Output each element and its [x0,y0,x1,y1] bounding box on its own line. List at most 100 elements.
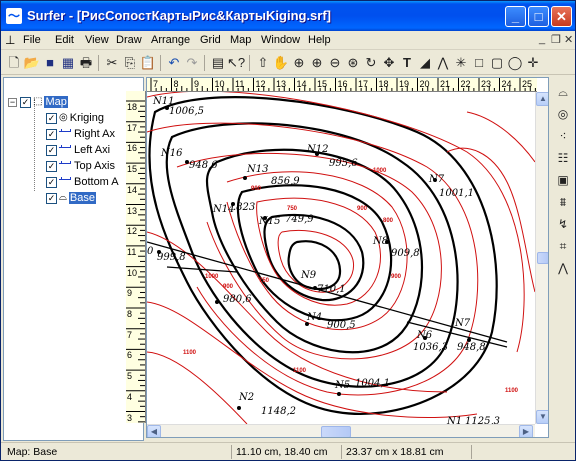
select-arrow-icon[interactable]: ⇧ [254,54,272,72]
ruler-tick-label: 14 [127,184,138,195]
scroll-left-button[interactable]: ◀ [147,425,161,437]
mdi-close-icon[interactable]: ✕ [564,33,573,46]
menu-edit[interactable]: Edit [55,34,74,46]
minimize-button[interactable]: _ [505,6,526,27]
save-icon[interactable]: ■ [41,54,59,72]
ruler-tick-label: 17 [358,79,369,89]
menu-file[interactable]: File [23,34,41,46]
contour-value-label: 1000 [205,274,219,280]
undo-icon[interactable]: ↶ [165,54,183,72]
rounded-rect-icon[interactable]: ▢ [488,54,506,72]
help-pointer-icon[interactable]: ↖? [227,54,245,72]
menu-arrange[interactable]: Arrange [151,34,190,46]
redo-icon[interactable]: ↷ [183,54,201,72]
menu-grid[interactable]: Grid [200,34,221,46]
tree-node-right-axis[interactable]: ✓ Right Ax [46,127,115,141]
classed-post-tool-icon[interactable]: ☷ [554,149,572,167]
polygon-icon[interactable]: ◢ [416,54,434,72]
menu-bar: ⊥ File Edit View Draw Arrange Grid Map W… [1,31,575,50]
surface-tool-icon[interactable]: ⋀ [554,259,572,277]
tree-node-left-axis[interactable]: ✓ Left Axi [46,143,110,157]
copy-icon[interactable]: ⎘ [121,54,139,72]
text-tool-icon[interactable]: T [398,54,416,72]
shaded-relief-tool-icon[interactable]: ⩩ [554,193,572,211]
checkbox-checked-icon[interactable]: ✓ [46,128,57,140]
post-map-tool-icon[interactable]: ⁖ [554,127,572,145]
well-label: N7 [454,318,471,329]
zoom-out-icon[interactable]: ⊖ [326,54,344,72]
zoom-in-icon[interactable]: ⊕ [308,54,326,72]
scroll-right-button[interactable]: ▶ [519,425,533,437]
ellipse-icon[interactable]: ◯ [506,54,524,72]
paste-icon[interactable]: 📋 [139,54,157,72]
scroll-up-button[interactable]: ▲ [536,92,548,106]
rotate-icon[interactable]: ↻ [362,54,380,72]
title-bar[interactable]: 〜 Surfer - [РисСопостКартыРис&КартыKigin… [1,1,575,31]
menu-view[interactable]: View [85,34,109,46]
zoom-icon[interactable]: ⊕ [290,54,308,72]
status-bar: Map: Base 11.10 cm, 18.40 cm 23.37 cm x … [1,442,575,460]
checkbox-checked-icon[interactable]: ✓ [46,192,57,204]
rectangle-icon[interactable]: □ [470,54,488,72]
checkbox-checked-icon[interactable]: ✓ [46,176,57,188]
polyline-icon[interactable]: ⋀ [434,54,452,72]
status-selection: Map: Base [7,446,58,458]
maximize-button[interactable]: □ [528,6,549,27]
surfer-app-icon[interactable]: 〜 [6,8,22,24]
scroll-down-button[interactable]: ▼ [536,410,548,424]
vertical-scroll-thumb[interactable] [537,252,548,264]
worksheet-icon[interactable]: ▦ [59,54,77,72]
digitize-icon[interactable]: ✛ [524,54,542,72]
toolbar-separator [249,55,250,71]
horizontal-ruler: 789101112131415161718192021222324252 [147,78,537,92]
well-value: 980,6 [223,294,252,305]
base-map-tool-icon[interactable]: ⌓ [554,83,572,101]
checkbox-checked-icon[interactable]: ✓ [46,160,57,172]
zoom-page-icon[interactable]: ⊛ [344,54,362,72]
vertical-ruler: 18 17 16 15 14 13 12 11 10 9 8 7 6 5 4 3 [126,91,146,423]
tree-node-label[interactable]: Bottom A [74,176,119,188]
cut-icon[interactable]: ✂ [103,54,121,72]
tree-node-label[interactable]: Left Axi [74,144,110,156]
image-map-tool-icon[interactable]: ▣ [554,171,572,189]
checkbox-checked-icon[interactable]: ✓ [46,144,57,156]
move-icon[interactable]: ✥ [380,54,398,72]
contour-map-tool-icon[interactable]: ◎ [554,105,572,123]
menu-help[interactable]: Help [308,34,331,46]
symbol-icon[interactable]: ✳ [452,54,470,72]
checkbox-checked-icon[interactable]: ✓ [20,96,31,108]
checkbox-checked-icon[interactable]: ✓ [46,112,57,124]
well-point [237,406,241,410]
tree-node-bottom-axis[interactable]: ✓ Bottom A [46,175,119,189]
vector-map-tool-icon[interactable]: ↯ [554,215,572,233]
main-toolbar: 🗋 📂 ■ ▦ 🖶 ✂ ⎘ 📋 ↶ ↷ ▤ ↖? ⇧ ✋ ⊕ ⊕ ⊖ ⊛ ↻ ✥… [1,51,575,75]
pan-hand-icon[interactable]: ✋ [272,54,290,72]
tree-node-label[interactable]: Top Axis [74,160,115,172]
map-canvas[interactable]: 1000 900 900 800 750 1000 900 750 900 11… [147,92,535,424]
wireframe-tool-icon[interactable]: ⌗ [554,237,572,255]
print-icon[interactable]: 🖶 [77,54,95,72]
document-icon[interactable]: ⊥ [5,33,15,47]
tree-node-label[interactable]: Kriging [70,112,104,124]
tree-node-label-selected[interactable]: Base [68,192,96,204]
vertical-scrollbar[interactable]: ▲ ▼ [535,92,548,424]
tree-node-top-axis[interactable]: ✓ Top Axis [46,159,115,173]
collapse-icon[interactable]: − [8,97,17,107]
mdi-restore-icon[interactable]: ❐ [551,33,561,46]
tree-node-kriging[interactable]: ✓ ◎ Kriging [46,111,104,125]
close-button[interactable]: ✕ [551,6,572,27]
well-label: N12 [306,144,328,155]
tree-node-label[interactable]: Right Ax [74,128,115,140]
tree-node-base[interactable]: ✓ ⌓ Base [46,191,96,205]
mdi-minimize-icon[interactable]: _ [539,33,545,45]
tree-node-label[interactable]: Map [44,96,68,108]
horizontal-scroll-thumb[interactable] [321,426,351,437]
grid-view-icon[interactable]: ▤ [209,54,227,72]
horizontal-scrollbar[interactable]: ◀ ▶ [147,424,535,437]
new-icon[interactable]: 🗋 [5,54,23,72]
menu-draw[interactable]: Draw [116,34,142,46]
open-icon[interactable]: 📂 [23,54,41,72]
menu-window[interactable]: Window [261,34,300,46]
tree-node-map[interactable]: − ✓ ⬚ Map [8,95,68,109]
menu-map[interactable]: Map [230,34,251,46]
